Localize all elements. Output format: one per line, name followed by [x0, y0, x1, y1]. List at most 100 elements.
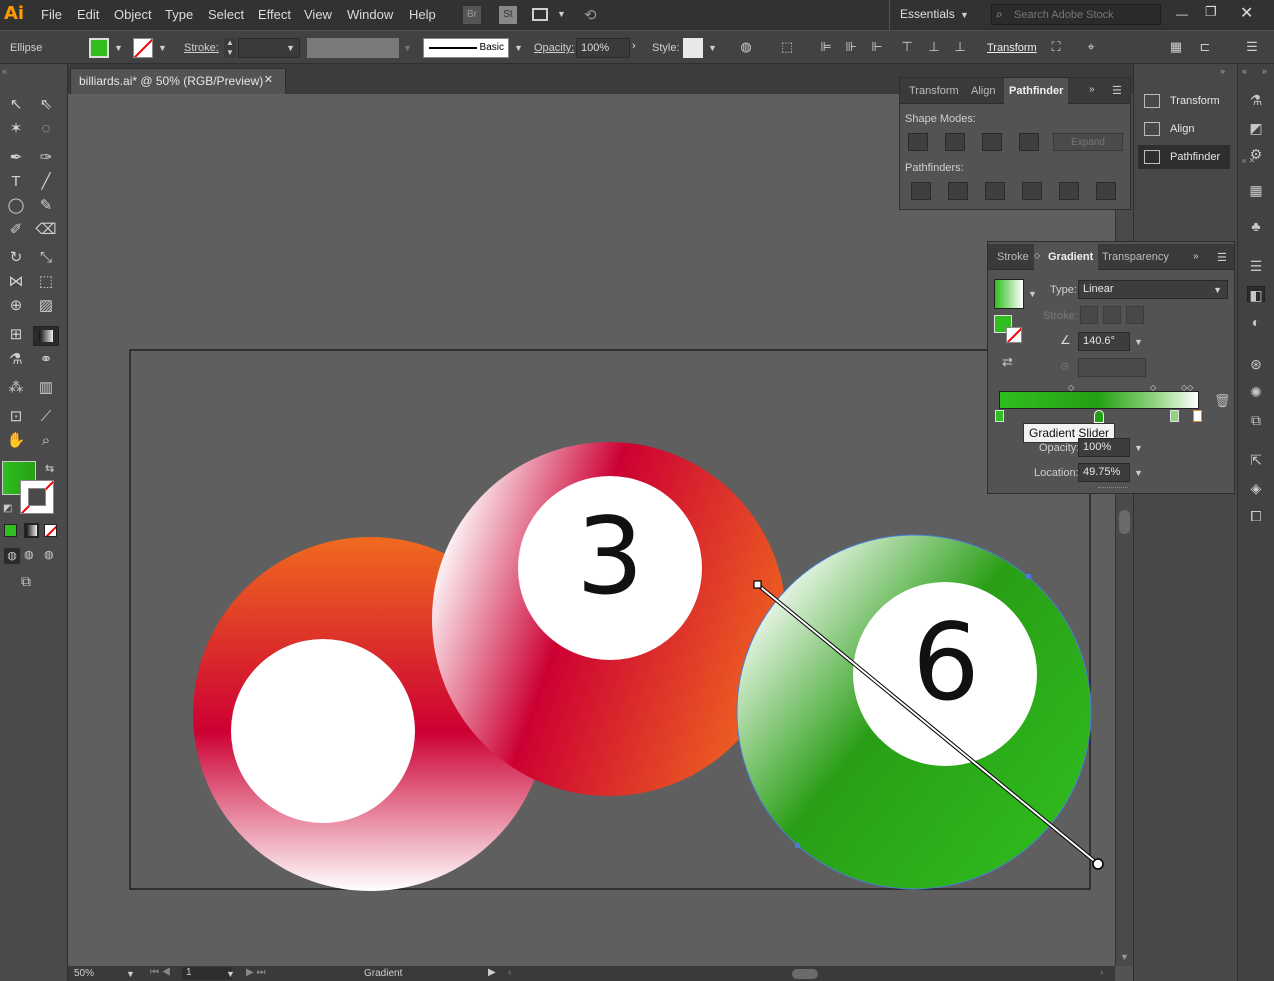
graph-tool-icon[interactable]: ▥ [35, 378, 57, 398]
search-input[interactable] [1014, 7, 1154, 22]
menu-window[interactable]: Window [347, 7, 393, 22]
graphic-style-swatch[interactable] [683, 38, 703, 58]
menu-effect[interactable]: Effect [258, 7, 291, 22]
gradient-slider[interactable] [999, 391, 1199, 409]
recolor-artwork-icon[interactable]: ◍ [737, 39, 755, 55]
gradient-tool-icon[interactable] [33, 326, 59, 346]
curvature-tool-icon[interactable]: ✑ [35, 148, 57, 168]
tab-transform[interactable]: Transform [904, 78, 964, 104]
minus-front-icon[interactable] [945, 133, 965, 151]
gradient-preview-swatch[interactable] [994, 279, 1024, 309]
gpu-performance-icon[interactable]: ⟲ [584, 6, 597, 24]
canvas-area[interactable]: 3 6 [68, 94, 1115, 966]
magic-wand-tool-icon[interactable]: ✶ [5, 119, 27, 139]
scroll-left-icon[interactable]: ‹ [508, 967, 511, 978]
swap-colors-icon[interactable]: ⇆ [45, 462, 54, 475]
unite-icon[interactable] [908, 133, 928, 151]
trim-icon[interactable] [948, 182, 968, 200]
panel-menu-icon[interactable]: ☰ [1112, 84, 1122, 97]
transparency-panel-icon[interactable]: ◐ [1247, 314, 1265, 330]
last-artboard-icon[interactable]: ▶ ⏭ [246, 967, 265, 978]
pen-tool-icon[interactable]: ✒ [5, 148, 27, 168]
stroke-weight-stepper[interactable]: ▲ ▼ [224, 38, 236, 58]
stop-opacity-field[interactable]: 100% [1078, 438, 1130, 457]
color-guide-icon[interactable]: ✺ [1247, 384, 1265, 400]
stroke-weight-field[interactable]: ▼ [238, 38, 300, 58]
zoom-level[interactable]: 50% [74, 968, 94, 979]
menu-file[interactable]: File [41, 7, 62, 22]
artboard-tool-icon[interactable]: ⊡ [5, 407, 27, 427]
image-trace-icon[interactable]: ◩ [1247, 120, 1265, 136]
menu-select[interactable]: Select [208, 7, 244, 22]
menu-type[interactable]: Type [165, 7, 193, 22]
variable-width-profile[interactable] [307, 38, 399, 58]
intersect-icon[interactable] [982, 133, 1002, 151]
tab-align[interactable]: Align [966, 78, 1000, 104]
merge-icon[interactable] [985, 182, 1005, 200]
chevron-down-icon[interactable]: ▼ [1134, 443, 1143, 453]
arrange-documents-icon[interactable] [532, 8, 548, 21]
draw-inside-icon[interactable]: ◍ [44, 548, 54, 561]
type-tool-icon[interactable]: T [5, 172, 27, 192]
dock-align[interactable]: Align [1138, 117, 1228, 141]
export-icon[interactable]: ⇱ [1247, 452, 1265, 468]
draw-normal-icon[interactable]: ◍ [4, 548, 20, 564]
color-stop[interactable] [995, 410, 1004, 422]
chevron-down-icon[interactable]: ▼ [1028, 289, 1037, 299]
stop-location-field[interactable]: 49.75% [1078, 463, 1130, 482]
paintbrush-tool-icon[interactable]: ✎ [35, 196, 57, 216]
gradient-panel-icon[interactable]: ◧ [1247, 286, 1265, 303]
color-stop[interactable] [1170, 410, 1179, 422]
opacity-field[interactable]: 100% [576, 38, 630, 58]
align-center-icon[interactable]: ⊪ [842, 39, 860, 55]
libraries-icon[interactable]: ⚗ [1247, 92, 1265, 108]
tab-pathfinder[interactable]: Pathfinder [1004, 78, 1069, 104]
stroke-none-swatch[interactable] [133, 38, 153, 58]
screen-mode-icon[interactable]: ⧉ [21, 573, 31, 590]
artboards-icon[interactable]: ⧠ [1247, 508, 1265, 524]
isolate-icon[interactable]: ⛶ [1047, 39, 1065, 55]
color-stop-selected[interactable] [1094, 410, 1104, 423]
workspace-switcher[interactable]: Essentials [900, 7, 955, 21]
edit-contents-icon[interactable]: ⌖ [1082, 39, 1100, 55]
lasso-tool-icon[interactable]: ◌ [35, 119, 57, 139]
panel-collapse-icon[interactable]: » [1193, 251, 1199, 262]
chevron-down-icon[interactable]: ▼ [557, 9, 566, 19]
align-right-icon[interactable]: ⊩ [868, 39, 886, 55]
slice-tool-icon[interactable]: ⟋ [35, 407, 57, 427]
stroke-indicator[interactable] [1006, 327, 1022, 343]
vertical-scrollbar[interactable]: ▼ [1115, 94, 1133, 966]
stroke-color[interactable] [20, 480, 54, 514]
zoom-tool-icon[interactable]: ⌕ [35, 431, 57, 451]
mesh-tool-icon[interactable]: ⊞ [5, 325, 27, 345]
close-tab-icon[interactable]: ✕ [264, 73, 273, 86]
chevron-right-icon[interactable]: › [632, 40, 636, 52]
selection-tool-icon[interactable]: ↖ [5, 95, 27, 115]
angle-field[interactable]: 140.6° [1078, 332, 1130, 351]
crop-icon[interactable] [1022, 182, 1042, 200]
menu-edit[interactable]: Edit [77, 7, 99, 22]
hand-tool-icon[interactable]: ✋ [5, 431, 27, 451]
chevron-down-icon[interactable]: ▼ [126, 969, 135, 979]
control-menu-icon[interactable]: ☰ [1243, 39, 1261, 55]
cc-libraries-icon[interactable]: ⊛ [1247, 356, 1265, 372]
panels-icon[interactable]: ⊏ [1196, 39, 1214, 55]
rotate-tool-icon[interactable]: ↻ [5, 248, 27, 268]
eyedropper-tool-icon[interactable]: ⚗ [5, 350, 27, 370]
color-mode-icon[interactable] [4, 524, 17, 537]
collapse-dock-icon[interactable]: » [1220, 66, 1225, 76]
anchor-point[interactable] [795, 843, 800, 848]
chevron-down-icon[interactable]: ▼ [1134, 468, 1143, 478]
line-tool-icon[interactable]: ╱ [35, 172, 57, 192]
collapse-panels-icon[interactable]: » [1262, 66, 1267, 76]
chevron-down-icon[interactable]: ▼ [226, 969, 235, 979]
graphic-styles-icon[interactable]: ⧉ [1247, 412, 1265, 428]
panel-menu-icon[interactable]: ☰ [1217, 251, 1227, 264]
arrange-icon[interactable]: ▦ [1167, 39, 1185, 55]
free-transform-tool-icon[interactable]: ⬚ [35, 272, 57, 292]
panel-resize-grip[interactable] [1098, 487, 1128, 490]
brush-definition[interactable]: Basic [423, 38, 509, 58]
scale-tool-icon[interactable]: ⤡ [35, 248, 57, 268]
stock-button[interactable]: St [499, 6, 517, 24]
menu-help[interactable]: Help [409, 7, 436, 22]
